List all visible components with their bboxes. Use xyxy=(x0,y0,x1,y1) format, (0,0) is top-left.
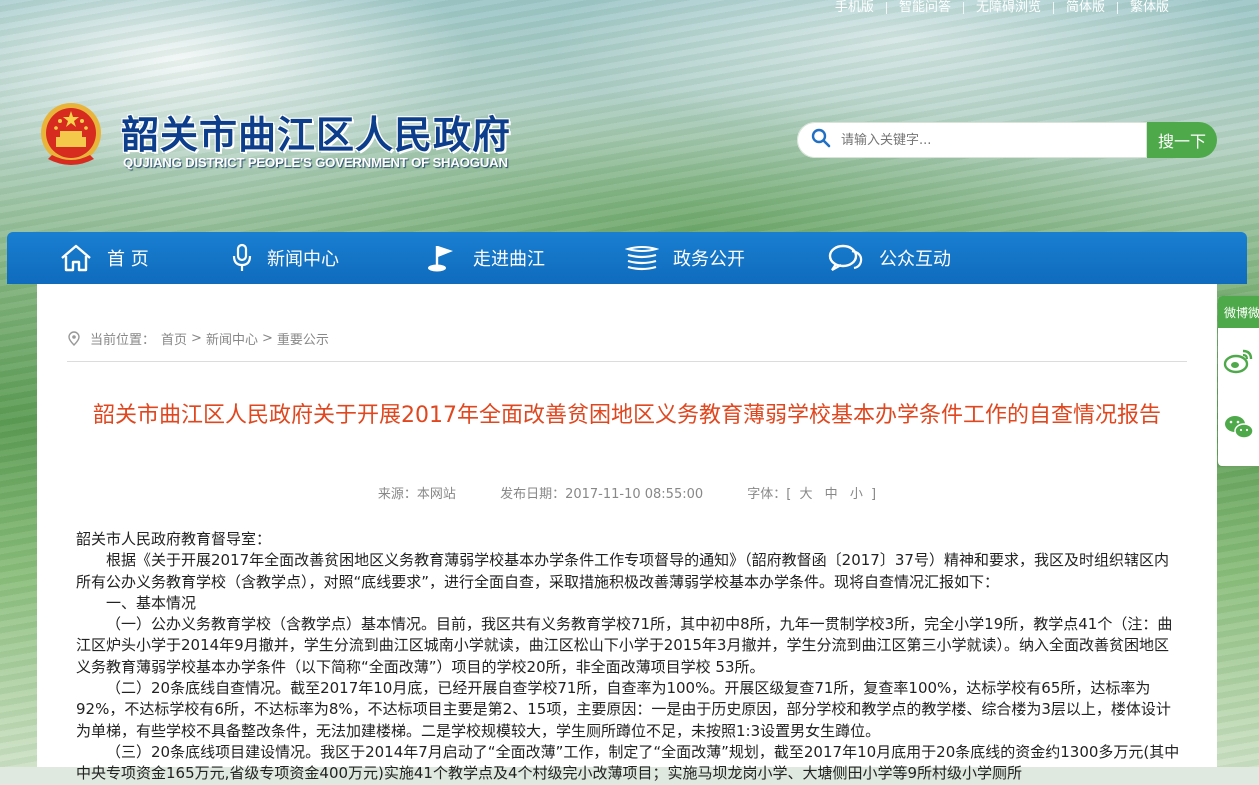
nav-label: 政务公开 xyxy=(673,249,745,270)
national-emblem-icon xyxy=(38,101,104,169)
article-date: 发布日期：2017-11-10 08:55:00 xyxy=(500,487,704,502)
wechat-icon xyxy=(1224,416,1254,439)
article-body: 韶关市人民政府教育督导室： 根据《关于开展2017年全面改善贫困地区义务教育薄弱… xyxy=(76,529,1182,785)
weibo-icon xyxy=(1223,349,1252,374)
social-float-panel: 微博微信 xyxy=(1218,296,1259,466)
home-icon xyxy=(61,244,91,272)
nav-item-about-qujiang[interactable]: 走进曲江 xyxy=(425,232,545,284)
social-float-label: 微博微信 xyxy=(1218,296,1259,328)
site-title[interactable]: 韶关市曲江区人民政府 xyxy=(121,104,511,159)
chat-bubble-icon xyxy=(828,244,863,271)
article-paragraph: （二）20条底线自查情况。截至2017年10月底，已经开展自查学校71所，自查率… xyxy=(76,679,1171,740)
top-link-simplified[interactable]: 简体版 xyxy=(1054,1,1117,15)
article-paragraph: 一、基本情况 xyxy=(106,593,197,612)
search-icon xyxy=(811,128,831,152)
nav-label: 新闻中心 xyxy=(267,249,339,270)
nav-item-home[interactable]: 首 页 xyxy=(59,232,149,284)
nav-label: 首 页 xyxy=(107,249,149,270)
article-paragraph: 根据《关于开展2017年全面改善贫困地区义务教育薄弱学校基本办学条件工作专项督导… xyxy=(76,551,1169,591)
wechat-button[interactable] xyxy=(1218,394,1259,460)
article-paragraph: （一）公办义务教育学校（含教学点）基本情况。目前，我区共有义务教育学校71所，其… xyxy=(76,615,1173,676)
breadcrumb-separator: > xyxy=(191,331,202,346)
top-link-smart-qa[interactable]: 智能问答 xyxy=(887,1,963,15)
top-link-mobile[interactable]: 手机版 xyxy=(823,1,886,15)
site-subtitle: QUJIANG DISTRICT PEOPLE'S GOVERNMENT OF … xyxy=(123,155,508,170)
weibo-button[interactable] xyxy=(1218,328,1259,394)
microphone-icon xyxy=(232,243,252,271)
article-paragraph: 韶关市人民政府教育督导室： xyxy=(76,530,272,548)
breadcrumb-important-notice[interactable]: 重要公示 xyxy=(277,329,329,348)
search-bar: 搜一下 xyxy=(797,122,1217,158)
breadcrumb-prefix: 当前位置： xyxy=(90,333,156,348)
location-pin-icon xyxy=(68,331,80,346)
nav-label: 走进曲江 xyxy=(473,249,545,270)
top-link-traditional[interactable]: 繁体版 xyxy=(1118,1,1181,15)
nav-item-news[interactable]: 新闻中心 xyxy=(231,232,339,284)
article-source: 来源：本网站 xyxy=(377,487,456,502)
font-size-control: 字体：[ 大 中 小 ] xyxy=(747,487,876,502)
top-links: 手机版 智能问答 无障碍浏览 简体版 繁体版 xyxy=(823,0,1181,16)
font-size-small-button[interactable]: 小 xyxy=(850,487,863,502)
main-nav: 首 页 新闻中心 走进曲江 政务公开 公众互动 xyxy=(7,232,1247,284)
flag-icon xyxy=(428,246,453,272)
breadcrumb-home[interactable]: 首页 xyxy=(161,329,187,348)
font-size-label: 字体：[ xyxy=(747,487,792,502)
breadcrumb-separator: > xyxy=(261,331,273,346)
font-size-bracket: ] xyxy=(870,487,877,502)
search-button[interactable]: 搜一下 xyxy=(1147,122,1217,158)
article-title: 韶关市曲江区人民政府关于开展2017年全面改善贫困地区义务教育薄弱学校基本办学条… xyxy=(93,403,1161,428)
breadcrumb-news-center[interactable]: 新闻中心 xyxy=(206,329,258,348)
font-size-large-button[interactable]: 大 xyxy=(800,487,813,502)
divider xyxy=(67,361,1187,362)
search-box xyxy=(797,122,1147,158)
document-stack-icon xyxy=(625,246,659,271)
nav-item-public-interaction[interactable]: 公众互动 xyxy=(827,232,951,284)
nav-label: 公众互动 xyxy=(879,249,951,270)
article-meta: 来源：本网站 发布日期：2017-11-10 08:55:00 字体：[ 大 中… xyxy=(37,483,1217,502)
content-panel: 当前位置： 首页 > 新闻中心 > 重要公示 韶关市曲江区人民政府关于开展201… xyxy=(37,284,1217,782)
breadcrumb: 当前位置： 首页 > 新闻中心 > 重要公示 xyxy=(68,329,329,348)
top-link-accessibility[interactable]: 无障碍浏览 xyxy=(964,1,1053,15)
nav-item-government-affairs[interactable]: 政务公开 xyxy=(625,232,745,284)
article-paragraph: （三）20条底线项目建设情况。我区于2014年7月启动了“全面改薄”工作，制定了… xyxy=(76,742,1180,783)
search-input[interactable] xyxy=(839,131,1133,149)
font-size-medium-button[interactable]: 中 xyxy=(825,487,838,502)
